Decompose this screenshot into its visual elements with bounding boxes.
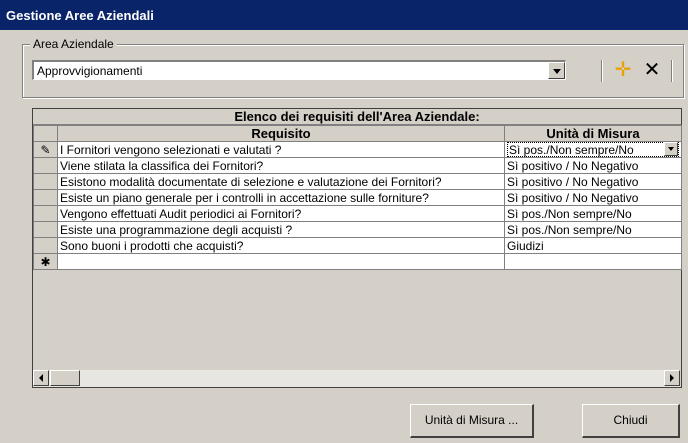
column-header-requisito[interactable]: Requisito (57, 125, 505, 142)
area-select[interactable]: Approvvigionamenti (32, 60, 566, 80)
toolbar-separator (671, 60, 672, 82)
cell-unita-new[interactable] (504, 253, 682, 270)
table-row[interactable]: Esiste una programmazione degli acquisti… (33, 221, 682, 238)
area-group-label: Area Aziendale (30, 37, 117, 51)
chevron-down-icon[interactable] (548, 62, 565, 79)
chevron-right-icon (670, 374, 674, 382)
table-row[interactable]: ✎ I Fornitori vengono selezionati e valu… (33, 141, 682, 158)
row-selector[interactable] (33, 189, 58, 206)
cell-unita[interactable]: Sì positivo / No Negativo (504, 157, 682, 174)
unita-misura-button[interactable]: Unità di Misura ... (410, 404, 534, 438)
add-icon[interactable]: ✛ (611, 58, 635, 82)
row-selector[interactable] (33, 157, 58, 174)
scroll-right-button[interactable] (664, 370, 680, 386)
cell-requisito[interactable]: Vengono effettuati Audit periodici ai Fo… (57, 205, 505, 222)
cell-requisito[interactable]: I Fornitori vengono selezionati e valuta… (57, 141, 505, 158)
header-row: Requisito Unità di Misura (33, 125, 682, 142)
toolbar-separator (601, 60, 602, 82)
row-selector-header (33, 125, 58, 142)
row-selector[interactable] (33, 173, 58, 190)
requirements-table: Requisito Unità di Misura ✎ I Fornitori … (33, 125, 682, 270)
chevron-down-icon[interactable] (664, 142, 678, 156)
delete-icon[interactable]: ✕ (640, 58, 664, 82)
cell-unita[interactable]: Giudizi (504, 237, 682, 254)
cell-unita[interactable]: Sì positivo / No Negativo (504, 173, 682, 190)
new-record-row[interactable]: ✱ (33, 253, 682, 270)
chevron-left-icon (39, 374, 43, 382)
table-row[interactable]: Sono buoni i prodotti che acquisti? Giud… (33, 237, 682, 254)
cell-requisito[interactable]: Esiste un piano generale per i controlli… (57, 189, 505, 206)
column-header-unita[interactable]: Unità di Misura (504, 125, 682, 142)
cell-requisito[interactable]: Esiste una programmazione degli acquisti… (57, 221, 505, 238)
cell-unita[interactable]: Sì positivo / No Negativo (504, 189, 682, 206)
pencil-icon: ✎ (33, 141, 58, 158)
row-selector[interactable] (33, 237, 58, 254)
window-title: Gestione Aree Aziendali (6, 8, 154, 23)
title-bar: Gestione Aree Aziendali (0, 0, 688, 30)
cell-requisito-new[interactable] (57, 253, 505, 270)
table-row[interactable]: Vengono effettuati Audit periodici ai Fo… (33, 205, 682, 222)
scroll-thumb[interactable] (50, 370, 80, 386)
cell-unita[interactable]: Sì pos./Non sempre/No (504, 221, 682, 238)
table-row[interactable]: Viene stilata la classifica dei Fornitor… (33, 157, 682, 174)
row-selector[interactable] (33, 221, 58, 238)
cell-unita: Sì pos./Non sempre/No (509, 143, 634, 157)
table-row[interactable]: Esistono modalità documentate di selezio… (33, 173, 682, 190)
cell-requisito[interactable]: Esistono modalità documentate di selezio… (57, 173, 505, 190)
cell-requisito[interactable]: Viene stilata la classifica dei Fornitor… (57, 157, 505, 174)
area-select-value: Approvvigionamenti (37, 64, 143, 78)
row-selector[interactable] (33, 205, 58, 222)
cell-unita[interactable]: Sì pos./Non sempre/No (504, 205, 682, 222)
chiudi-button[interactable]: Chiudi (582, 404, 680, 438)
grid-caption: Elenco dei requisiti dell'Area Aziendale… (33, 109, 681, 125)
asterisk-icon: ✱ (33, 253, 58, 270)
table-row[interactable]: Esiste un piano generale per i controlli… (33, 189, 682, 206)
cell-requisito[interactable]: Sono buoni i prodotti che acquisti? (57, 237, 505, 254)
cell-unita-dropdown[interactable]: Sì pos./Non sempre/No (504, 141, 682, 158)
scroll-left-button[interactable] (33, 370, 49, 386)
horizontal-scrollbar[interactable] (33, 370, 680, 387)
